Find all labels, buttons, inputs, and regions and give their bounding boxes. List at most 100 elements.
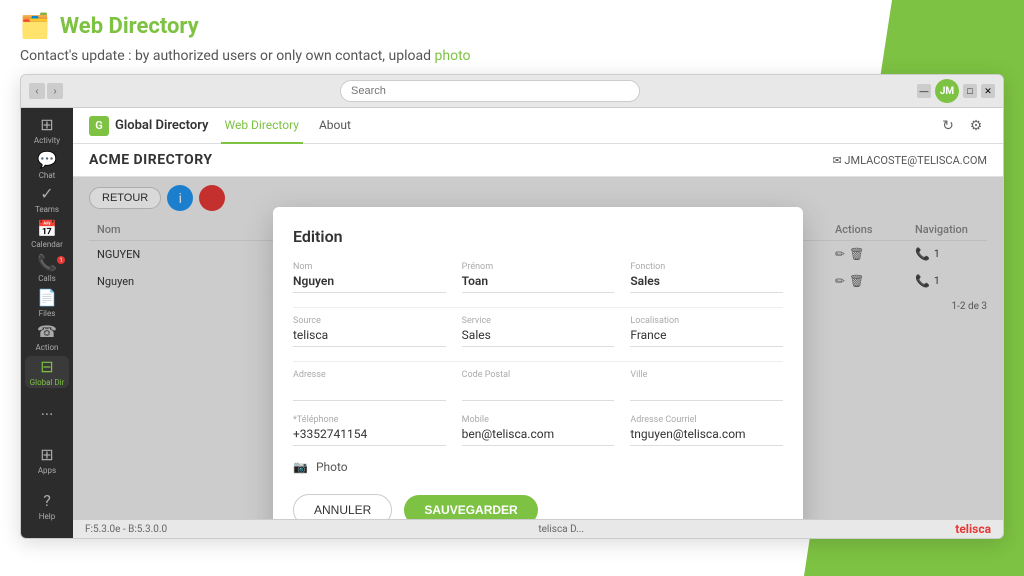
page-header: 🗂️ Web Directory (0, 0, 1024, 44)
nom-value[interactable]: Nguyen (293, 274, 446, 293)
nom-label: Nom (293, 262, 446, 272)
directory-title: ACME DIRECTORY (89, 152, 213, 168)
sidebar-item-action[interactable]: ☎ Action (25, 321, 69, 354)
app-icon: 🗂️ (20, 12, 50, 40)
modal-actions: ANNULER SAUVEGARDER (293, 494, 783, 519)
main-window: ‹ › — JM □ ✕ ⊞ Activity 💬 Chat ✓ (20, 74, 1004, 539)
sidebar-bottom: ··· ⊞ Apps ? Help (25, 392, 69, 532)
field-mobile: Mobile ben@telisca.com (462, 415, 615, 446)
close-button[interactable]: ✕ (981, 84, 995, 98)
app-name: Global Directory (115, 118, 209, 133)
form-row-1: Nom Nguyen Prénom Toan Fonction Sales (293, 262, 783, 293)
sidebar-item-apps[interactable]: ⊞ Apps (25, 438, 69, 482)
globaldir-icon: ⊟ (40, 357, 53, 376)
sidebar-item-teams[interactable]: ✓ Teams (25, 183, 69, 216)
ville-label: Ville (630, 370, 783, 380)
sidebar-item-files[interactable]: 📄 Files (25, 287, 69, 320)
back-button[interactable]: ‹ (29, 83, 45, 99)
field-codepostal: Code postal (462, 370, 615, 401)
fonction-label: Fonction (630, 262, 783, 272)
forward-button[interactable]: › (47, 83, 63, 99)
more-icon: ··· (41, 405, 54, 424)
ville-value[interactable] (630, 382, 783, 401)
action-icon: ☎ (37, 322, 57, 341)
sidebar-item-activity[interactable]: ⊞ Activity (25, 114, 69, 147)
titlebar-nav: ‹ › (29, 83, 63, 99)
refresh-button[interactable]: ↻ (937, 115, 959, 137)
tab-about[interactable]: About (315, 108, 355, 144)
sidebar-item-more[interactable]: ··· (25, 392, 69, 436)
app-layout: ⊞ Activity 💬 Chat ✓ Teams 📅 Calendar 📞 C… (21, 108, 1003, 538)
minimize-button[interactable]: — (917, 84, 931, 98)
field-telephone: *téléphone +3352741154 (293, 415, 446, 446)
field-adresse: Adresse (293, 370, 446, 401)
divider-2 (293, 361, 783, 362)
form-row-4: *téléphone +3352741154 Mobile ben@telisc… (293, 415, 783, 446)
sidebar-item-globaldir[interactable]: ⊟ Global Dir (25, 356, 69, 389)
app-title: Web Directory (60, 14, 199, 39)
settings-button[interactable]: ⚙ (965, 115, 987, 137)
field-prenom: Prénom Toan (462, 262, 615, 293)
telephone-label: *téléphone (293, 415, 446, 425)
apps-icon: ⊞ (40, 445, 53, 464)
sidebar-item-calendar[interactable]: 📅 Calendar (25, 218, 69, 251)
field-fonction: Fonction Sales (630, 262, 783, 293)
field-localisation: Localisation France (630, 316, 783, 347)
main-content: G Global Directory Web Directory About ↻… (73, 108, 1003, 538)
sidebar-label-files: Files (39, 309, 56, 318)
calls-icon: 📞 (37, 253, 57, 272)
center-label: telisca D... (538, 524, 584, 535)
field-source: Source telisca (293, 316, 446, 347)
mobile-value[interactable]: ben@telisca.com (462, 427, 615, 446)
chat-icon: 💬 (37, 150, 57, 169)
calendar-icon: 📅 (37, 219, 57, 238)
fonction-value[interactable]: Sales (630, 274, 783, 293)
field-service: Service Sales (462, 316, 615, 347)
app-logo: G Global Directory (89, 116, 209, 136)
codepostal-value[interactable] (462, 382, 615, 401)
sidebar-item-chat[interactable]: 💬 Chat (25, 149, 69, 182)
version-label: F:5.3.0e - B:5.3.0.0 (85, 524, 167, 535)
photo-icon: 📷 (293, 460, 308, 474)
maximize-button[interactable]: □ (963, 84, 977, 98)
status-bar: F:5.3.0e - B:5.3.0.0 telisca D... telisc… (73, 519, 1003, 538)
photo-label: Photo (316, 460, 348, 474)
sidebar-label-calls: Calls (38, 274, 56, 283)
localisation-label: Localisation (630, 316, 783, 326)
divider-1 (293, 307, 783, 308)
localisation-value[interactable]: France (630, 328, 783, 347)
app-nav: G Global Directory Web Directory About ↻… (73, 108, 1003, 144)
directory-email: ✉ JMLACOSTE@TELISCA.COM (832, 154, 987, 167)
photo-row: 📷 Photo (293, 460, 783, 474)
prenom-value[interactable]: Toan (462, 274, 615, 293)
telephone-value[interactable]: +3352741154 (293, 427, 446, 446)
modal-title: Edition (293, 227, 783, 246)
nav-actions: ↻ ⚙ (937, 115, 987, 137)
sidebar-label-help: Help (39, 512, 55, 521)
tab-web-directory[interactable]: Web Directory (221, 108, 303, 144)
search-input[interactable] (340, 80, 640, 102)
titlebar-controls: — JM □ ✕ (917, 79, 995, 103)
calls-badge: 1 (57, 256, 65, 264)
field-ville: Ville (630, 370, 783, 401)
sidebar-label-action: Action (36, 343, 59, 352)
adresse-label: Adresse (293, 370, 446, 380)
adresse-courriel-value[interactable]: tnguyen@telisca.com (630, 427, 783, 446)
sauvegarder-button[interactable]: SAUVEGARDER (404, 495, 537, 519)
sidebar-item-help[interactable]: ? Help (25, 484, 69, 528)
adresse-value[interactable] (293, 382, 446, 401)
sidebar: ⊞ Activity 💬 Chat ✓ Teams 📅 Calendar 📞 C… (21, 108, 73, 538)
field-nom: Nom Nguyen (293, 262, 446, 293)
sidebar-label-activity: Activity (34, 136, 60, 145)
sidebar-item-calls[interactable]: 📞 Calls 1 (25, 252, 69, 285)
source-value[interactable]: telisca (293, 328, 446, 347)
codepostal-label: Code postal (462, 370, 615, 380)
teams-icon: ✓ (40, 184, 53, 203)
sidebar-label-calendar: Calendar (31, 240, 63, 249)
sidebar-label-teams: Teams (35, 205, 59, 214)
telisca-logo: telisca (955, 522, 991, 536)
files-icon: 📄 (37, 288, 57, 307)
service-value[interactable]: Sales (462, 328, 615, 347)
annuler-button[interactable]: ANNULER (293, 494, 392, 519)
adresse-courriel-label: Adresse courriel (630, 415, 783, 425)
